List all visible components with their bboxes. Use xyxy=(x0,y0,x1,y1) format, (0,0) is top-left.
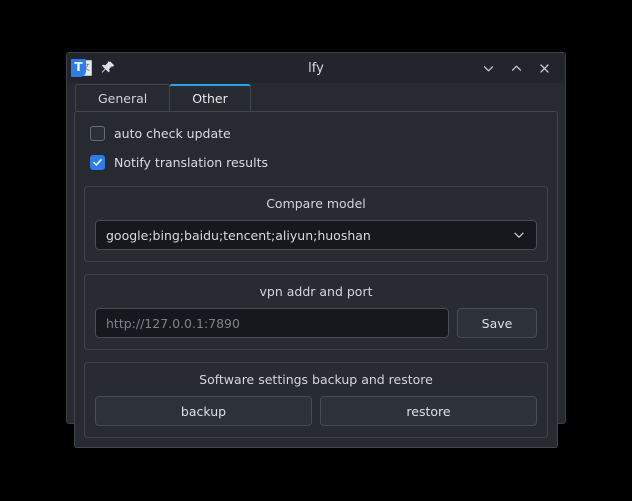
window-controls xyxy=(475,55,565,81)
backup-restore-title: Software settings backup and restore xyxy=(199,372,433,387)
tab-other[interactable]: Other xyxy=(169,84,251,111)
auto-check-update-label: auto check update xyxy=(114,125,231,141)
translate-app-icon xyxy=(71,58,92,79)
restore-button[interactable]: restore xyxy=(320,396,537,426)
backup-button[interactable]: backup xyxy=(95,396,312,426)
vpn-address-input[interactable] xyxy=(95,308,449,338)
close-button[interactable] xyxy=(531,55,557,81)
maximize-button[interactable] xyxy=(503,55,529,81)
checkbox-row-notify-translation-results[interactable]: Notify translation results xyxy=(90,151,548,173)
compare-model-group: Compare model google;bing;baidu;tencent;… xyxy=(84,186,548,262)
tab-general[interactable]: General xyxy=(75,84,171,111)
compare-model-select[interactable]: google;bing;baidu;tencent;aliyun;huoshan xyxy=(95,220,537,250)
pin-icon[interactable] xyxy=(100,60,116,76)
tab-general-label: General xyxy=(98,90,148,106)
backup-restore-row: backup restore xyxy=(95,396,537,426)
tab-bar: General Other xyxy=(67,83,565,111)
vpn-row: Save xyxy=(95,308,537,338)
title-bar-left-icons xyxy=(67,58,116,79)
notify-translation-results-label: Notify translation results xyxy=(114,154,268,170)
vpn-group: vpn addr and port Save xyxy=(84,274,548,350)
auto-check-update-checkbox[interactable] xyxy=(90,125,105,141)
compare-model-title: Compare model xyxy=(266,196,366,211)
app-window: lfy General Other auto check update xyxy=(66,52,566,448)
save-button[interactable]: Save xyxy=(457,308,537,338)
notify-translation-results-checkbox[interactable] xyxy=(90,154,105,170)
tab-content-other: auto check update Notify translation res… xyxy=(74,111,558,448)
minimize-button[interactable] xyxy=(475,55,501,81)
tab-other-label: Other xyxy=(192,91,228,106)
vpn-title: vpn addr and port xyxy=(259,284,373,299)
compare-model-selected-value: google;bing;baidu;tencent;aliyun;huoshan xyxy=(106,227,371,243)
backup-restore-group: Software settings backup and restore bac… xyxy=(84,362,548,438)
checkbox-row-auto-check-update[interactable]: auto check update xyxy=(90,122,548,144)
chevron-down-icon xyxy=(512,228,526,242)
title-bar: lfy xyxy=(67,53,565,83)
